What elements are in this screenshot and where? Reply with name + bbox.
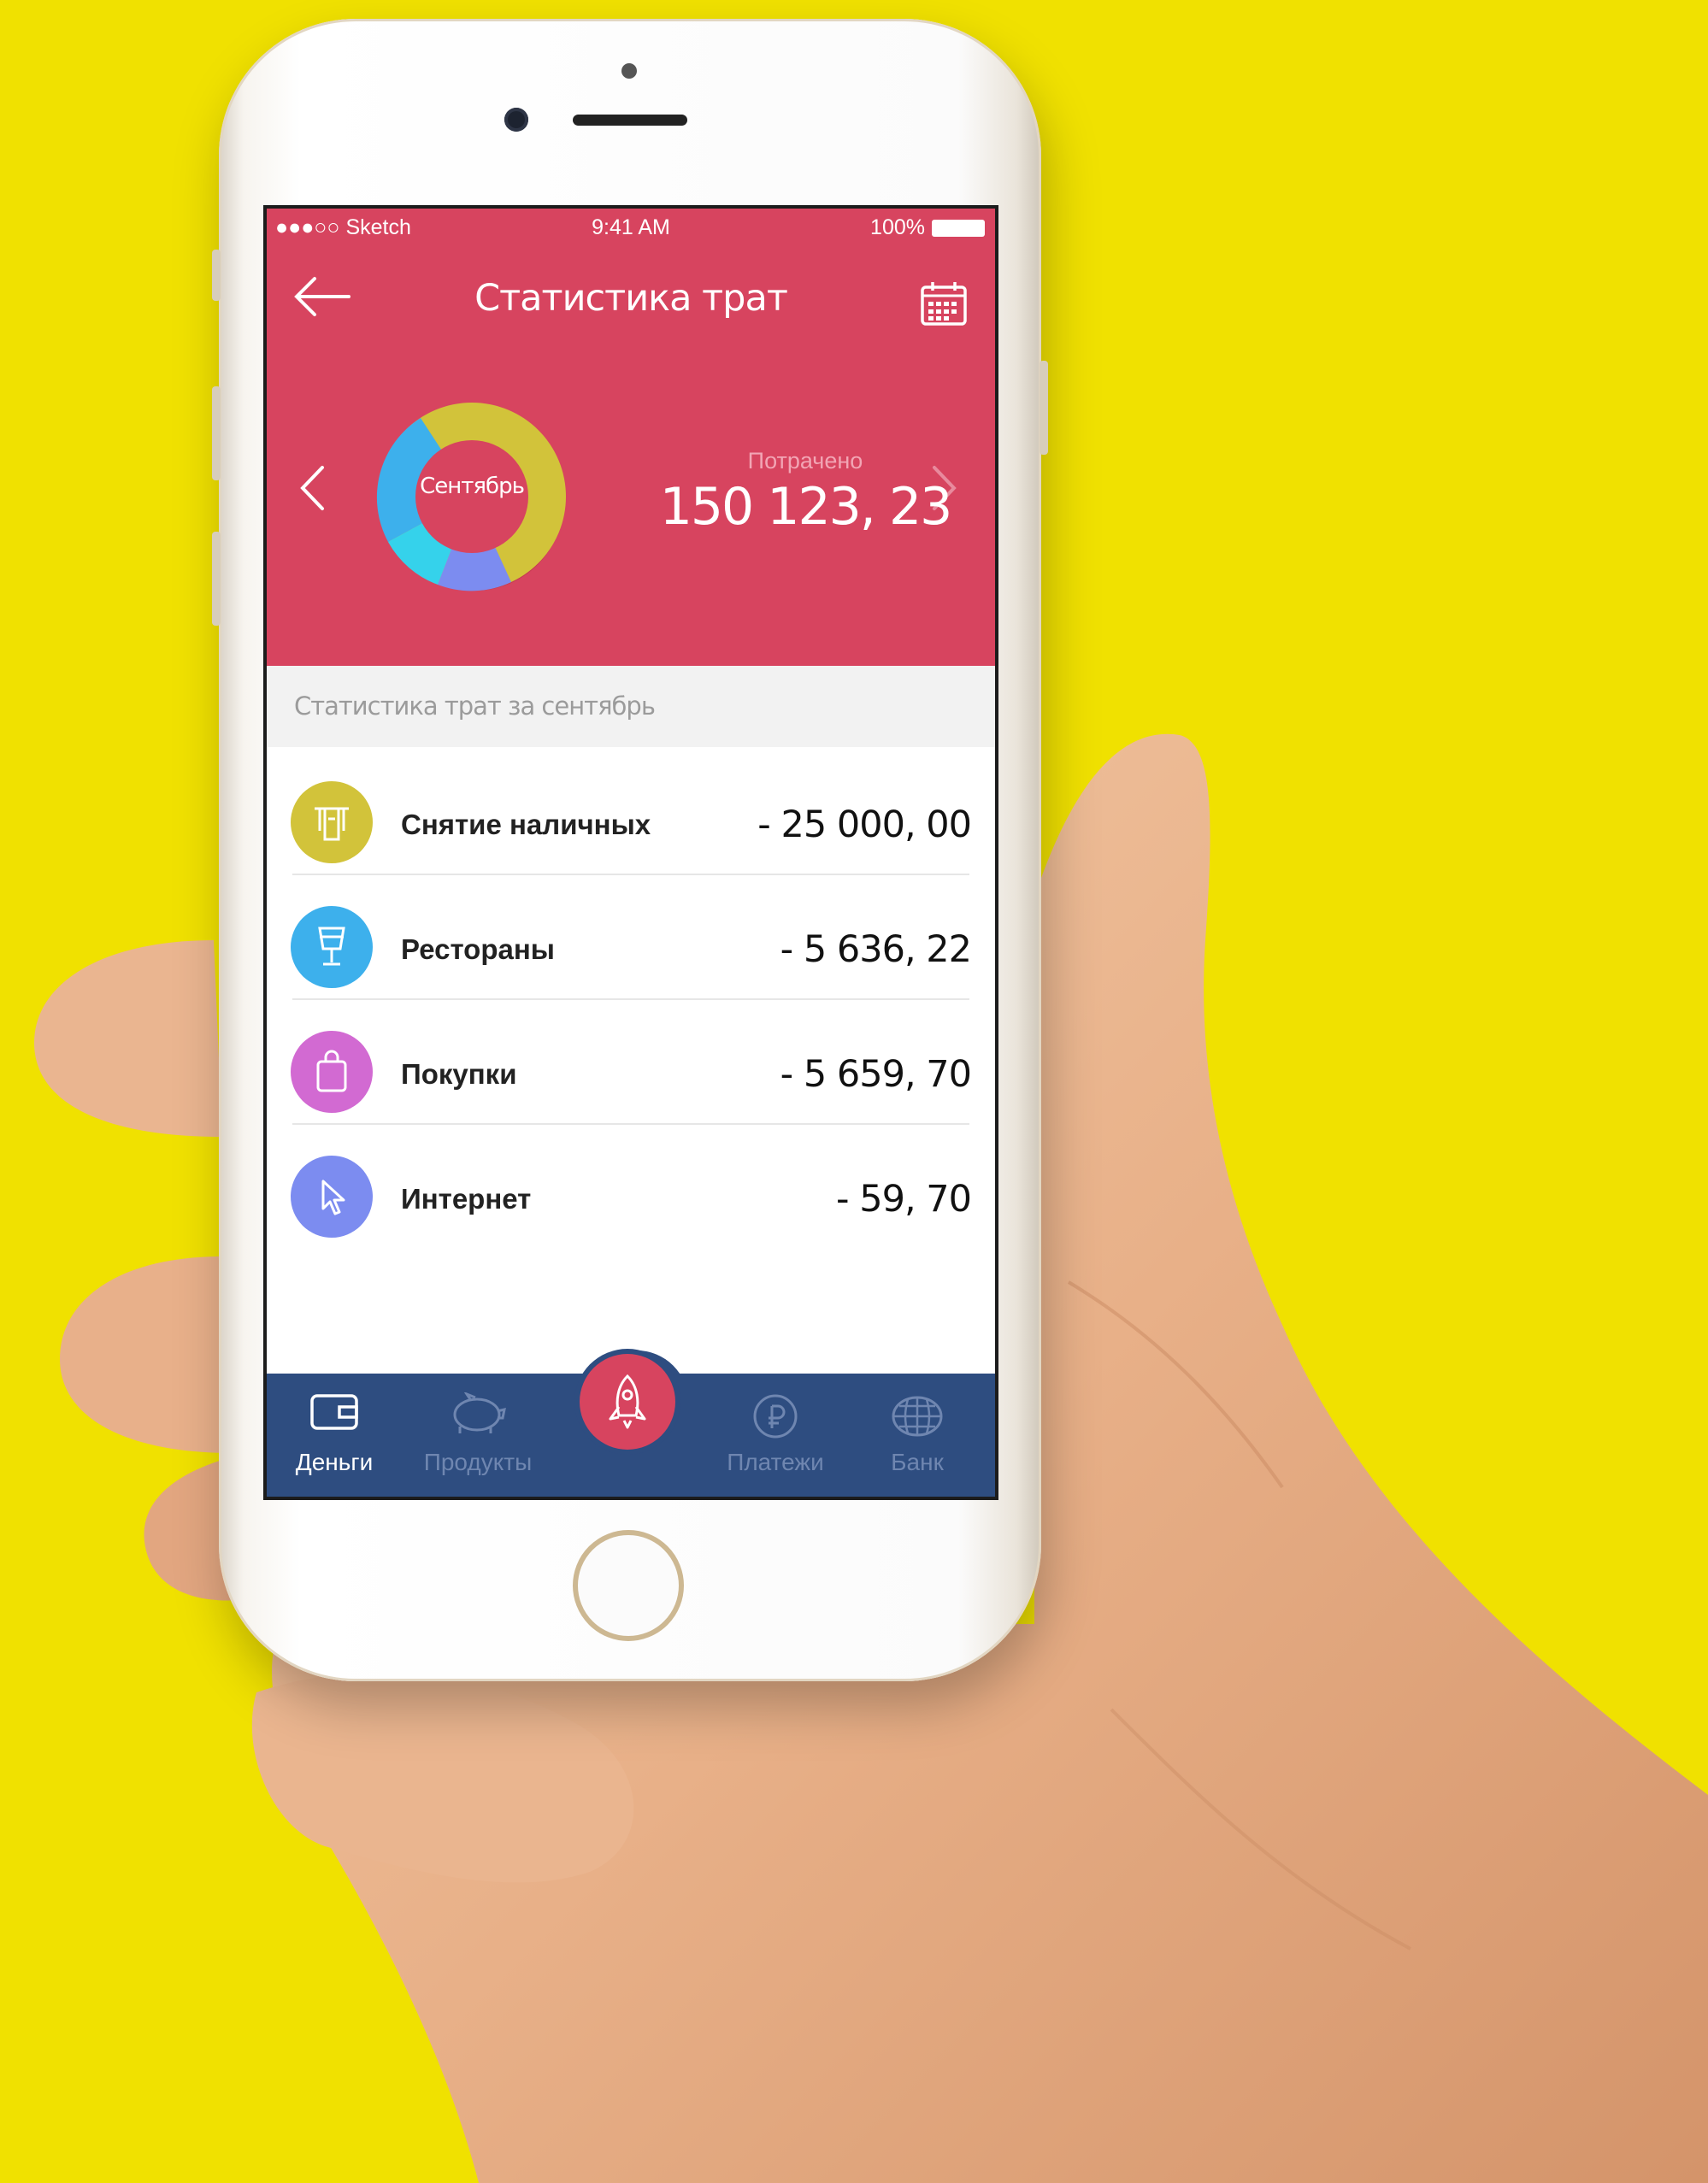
- section-header: Статистика трат за сентябрь: [267, 666, 995, 747]
- tab-products[interactable]: Продукты: [414, 1374, 542, 1497]
- rocket-icon: [609, 1374, 646, 1429]
- tab-bank[interactable]: Банк: [853, 1374, 981, 1497]
- category-row-internet[interactable]: Интернет - 59, 70: [267, 1121, 995, 1246]
- glass-icon: [291, 906, 373, 988]
- proximity-sensor: [621, 63, 637, 79]
- home-button[interactable]: [573, 1530, 684, 1641]
- tab-label: Банк: [891, 1449, 944, 1475]
- page-title: Статистика трат: [474, 277, 788, 320]
- category-label: Покупки: [401, 1058, 517, 1090]
- tab-label: Платежи: [727, 1449, 824, 1475]
- calendar-icon[interactable]: [920, 280, 968, 331]
- piggy-bank-icon: [414, 1392, 542, 1437]
- prev-month-chevron-icon[interactable]: [299, 465, 325, 515]
- earpiece-speaker: [573, 115, 687, 126]
- category-amount: - 25 000, 00: [757, 803, 972, 846]
- category-label: Рестораны: [401, 933, 555, 965]
- spent-label: Потрачено: [747, 448, 863, 474]
- category-amount: - 5 636, 22: [780, 928, 972, 971]
- tab-label: Продукты: [423, 1449, 533, 1475]
- category-label: Снятие наличных: [401, 809, 651, 840]
- app-screen: ●●●○○ Sketch 9:41 AM 100% Статистика тра…: [263, 205, 998, 1500]
- battery-icon: [932, 219, 985, 237]
- category-row-cash[interactable]: Снятие наличных - 25 000, 00: [267, 747, 995, 875]
- battery-percent: 100%: [870, 215, 925, 239]
- center-action-button[interactable]: [580, 1354, 675, 1450]
- tab-label: Деньги: [295, 1449, 374, 1475]
- shopping-bag-icon: [291, 1031, 373, 1113]
- month-label: Сентябрь: [420, 474, 525, 499]
- section-title: Статистика трат за сентябрь: [294, 691, 656, 721]
- front-camera: [504, 108, 528, 132]
- status-bar: ●●●○○ Sketch 9:41 AM 100%: [267, 209, 995, 250]
- mute-switch: [212, 250, 221, 301]
- category-amount: - 59, 70: [836, 1178, 972, 1221]
- power-button: [1040, 361, 1048, 455]
- header-area: ●●●○○ Sketch 9:41 AM 100% Статистика тра…: [267, 209, 995, 666]
- category-row-restaurants[interactable]: Рестораны - 5 636, 22: [267, 872, 995, 1000]
- category-row-shopping[interactable]: Покупки - 5 659, 70: [267, 997, 995, 1125]
- ruble-icon: [711, 1392, 839, 1440]
- volume-down-button: [212, 532, 221, 626]
- cash-icon: [291, 781, 373, 863]
- tab-money[interactable]: Деньги: [270, 1374, 398, 1497]
- spent-total: 150 123, 23: [659, 477, 953, 537]
- category-amount: - 5 659, 70: [780, 1053, 972, 1096]
- globe-icon: [853, 1392, 981, 1440]
- category-label: Интернет: [401, 1183, 532, 1215]
- battery-status: 100%: [870, 215, 985, 240]
- volume-up-button: [212, 386, 221, 480]
- cursor-icon: [291, 1156, 373, 1238]
- tab-payments[interactable]: Платежи: [711, 1374, 839, 1497]
- wallet-icon: [270, 1392, 398, 1432]
